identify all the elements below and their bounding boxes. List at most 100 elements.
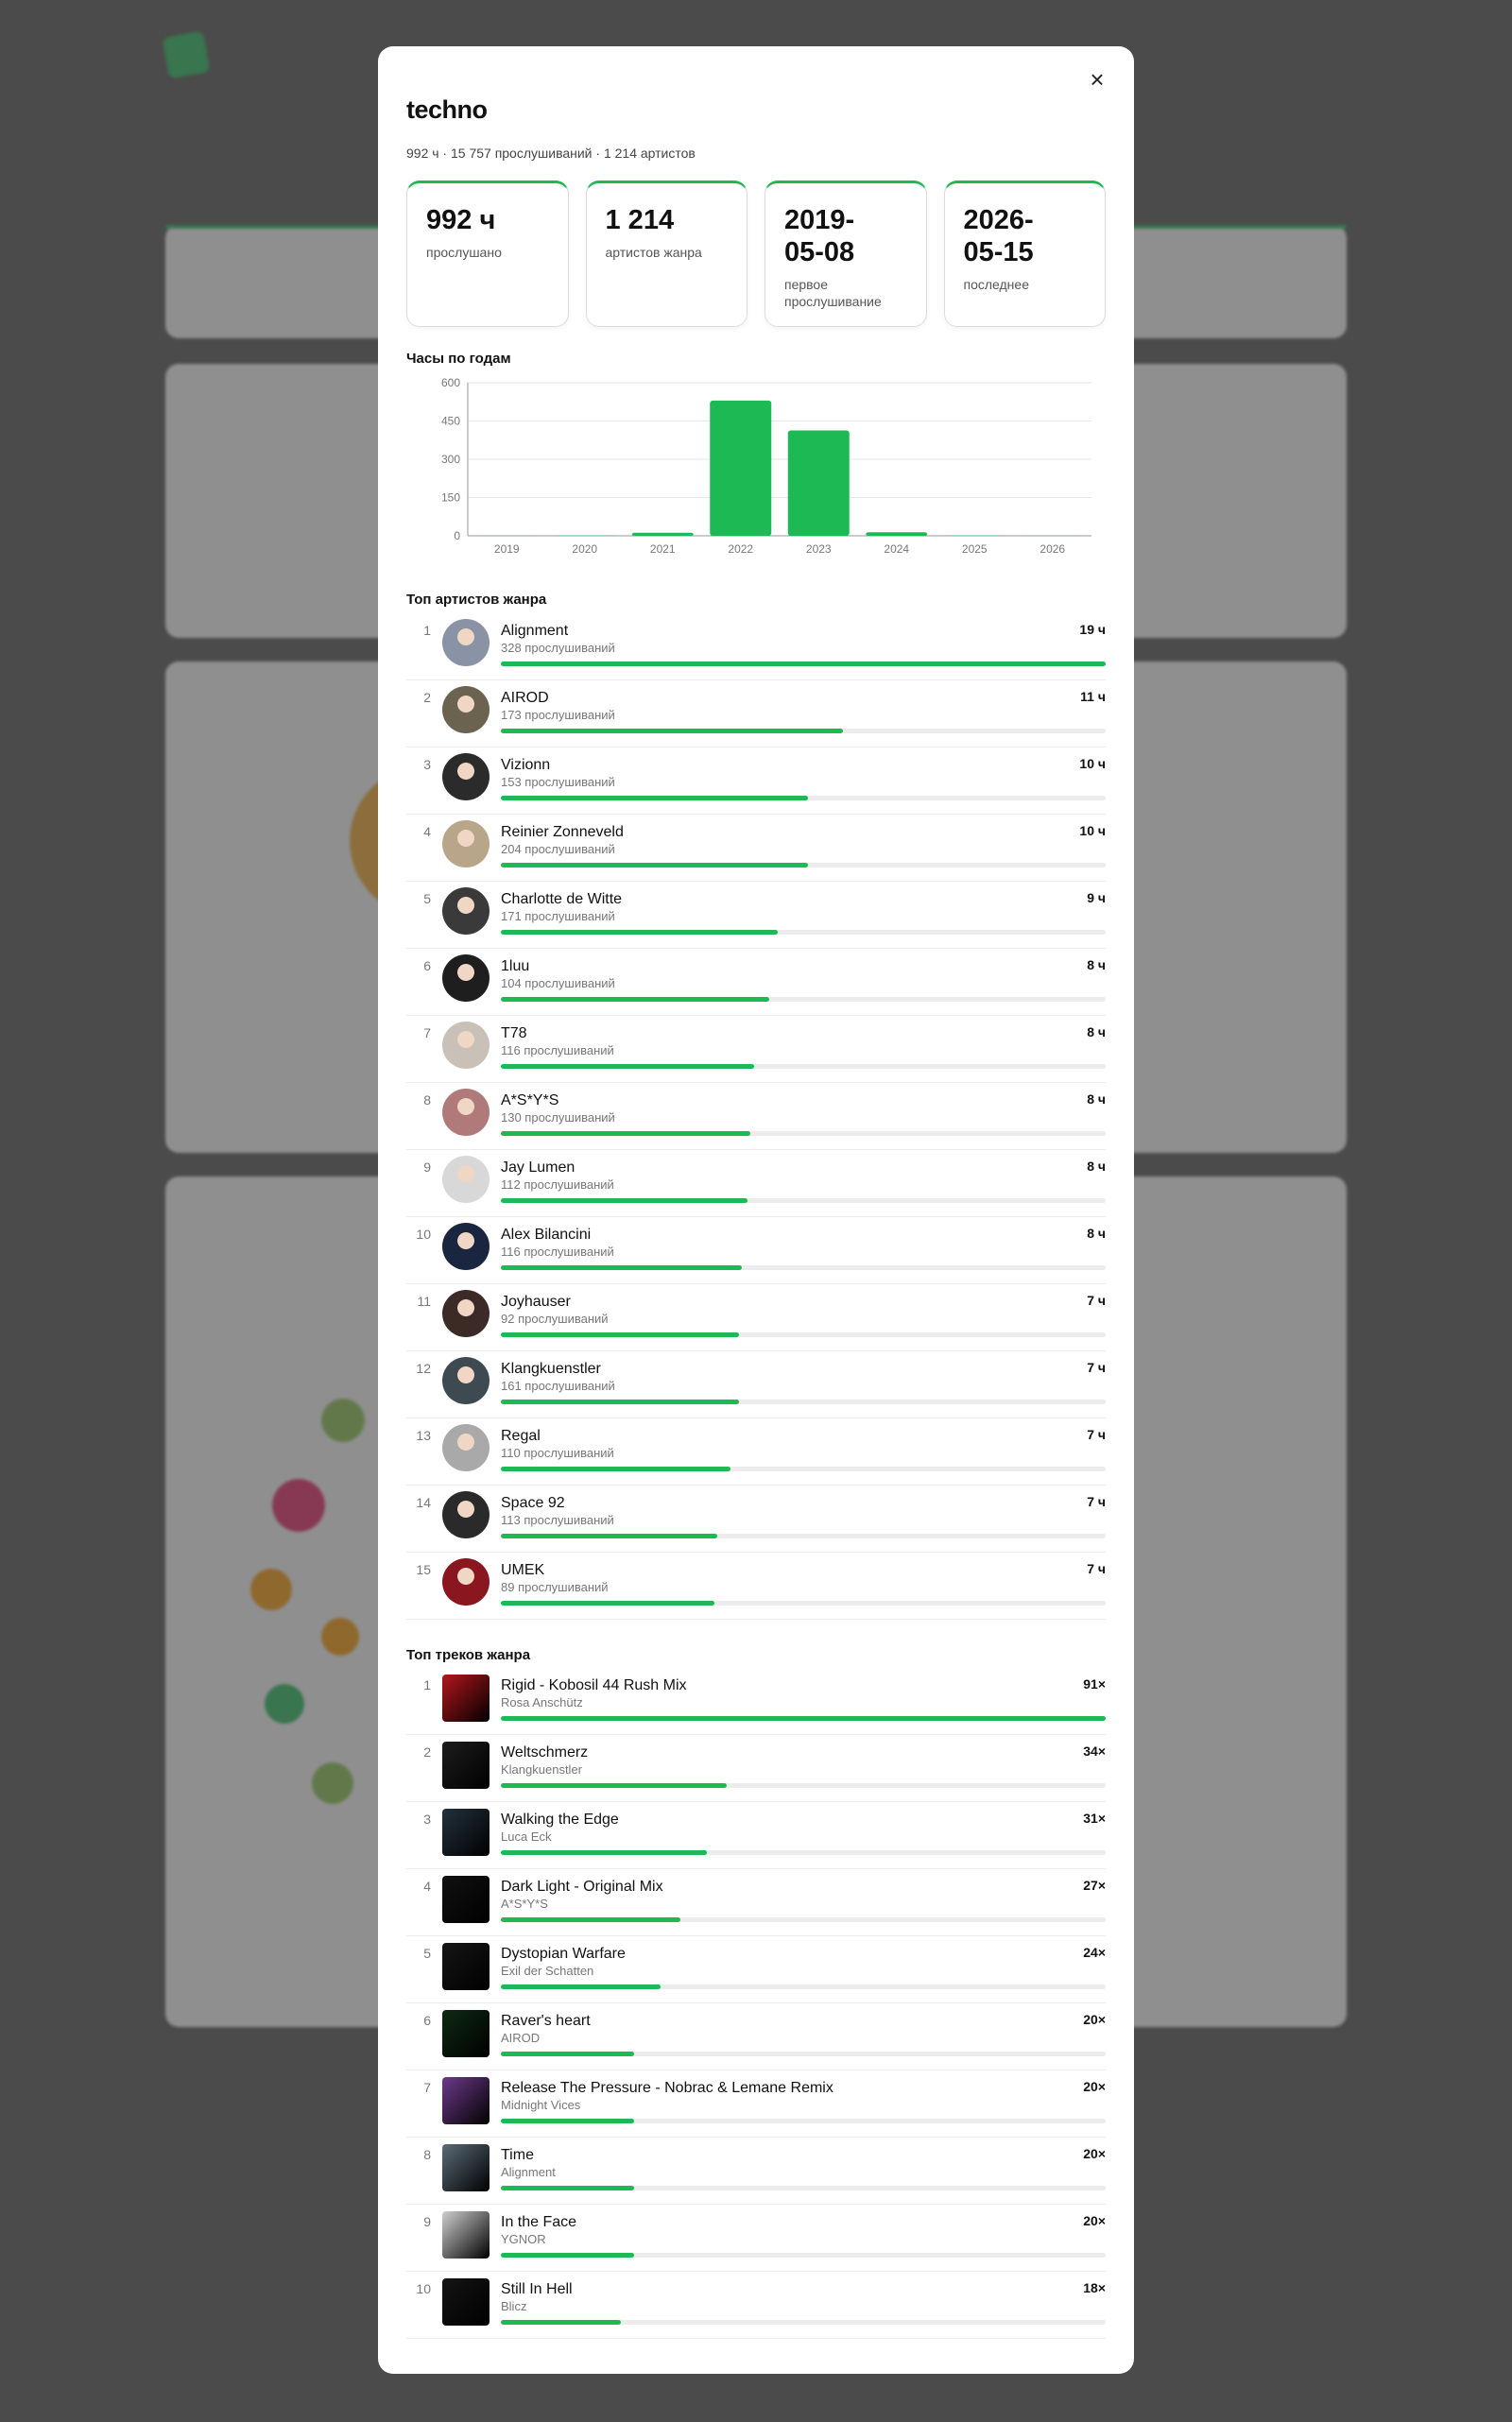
artist-name[interactable]: Alignment bbox=[501, 623, 568, 640]
artist-row[interactable]: 10 Alex Bilancini 116 прослушиваний 8 ч bbox=[406, 1217, 1106, 1284]
artist-row[interactable]: 6 1luu 104 прослушиваний 8 ч bbox=[406, 949, 1106, 1016]
bar-2023 bbox=[787, 430, 850, 536]
x-tick-label: 2025 bbox=[962, 542, 988, 556]
rank-number: 3 bbox=[423, 757, 431, 772]
artist-name[interactable]: Regal bbox=[501, 1428, 541, 1445]
track-title[interactable]: Dark Light - Original Mix bbox=[501, 1879, 663, 1896]
artist-row[interactable]: 9 Jay Lumen 112 прослушиваний 8 ч bbox=[406, 1150, 1106, 1217]
artist-name[interactable]: Joyhauser bbox=[501, 1294, 571, 1311]
track-title[interactable]: Dystopian Warfare bbox=[501, 1946, 626, 1963]
artist-row[interactable]: 11 Joyhauser 92 прослушиваний 7 ч bbox=[406, 1284, 1106, 1351]
track-row[interactable]: 9 In the Face YGNOR 20× bbox=[406, 2205, 1106, 2272]
album-cover bbox=[442, 2211, 490, 2259]
bar-2022 bbox=[710, 400, 772, 536]
artist-name[interactable]: Jay Lumen bbox=[501, 1159, 575, 1177]
album-cover bbox=[442, 2010, 490, 2057]
play-count: 34× bbox=[1083, 1743, 1106, 1759]
artist-row[interactable]: 13 Regal 110 прослушиваний 7 ч bbox=[406, 1418, 1106, 1486]
artist-name[interactable]: AIROD bbox=[501, 690, 549, 707]
track-title[interactable]: In the Face bbox=[501, 2214, 576, 2231]
track-row[interactable]: 3 Walking the Edge Luca Eck 31× bbox=[406, 1802, 1106, 1869]
close-icon[interactable]: × bbox=[1081, 63, 1113, 95]
artist-name[interactable]: Vizionn bbox=[501, 757, 550, 774]
play-count: 24× bbox=[1083, 1945, 1106, 1960]
stat-label: последнее bbox=[963, 277, 1030, 292]
artist-name[interactable]: Klangkuenstler bbox=[501, 1361, 601, 1378]
track-title[interactable]: Weltschmerz bbox=[501, 1744, 588, 1761]
artist-avatar bbox=[442, 619, 490, 666]
artist-row[interactable]: 8 A*S*Y*S 130 прослушиваний 8 ч bbox=[406, 1083, 1106, 1150]
stat-card-artists: 1 214 артистов жанра bbox=[585, 180, 747, 327]
artist-row[interactable]: 4 Reinier Zonneveld 204 прослушиваний 10 ч bbox=[406, 815, 1106, 882]
artist-row[interactable]: 5 Charlotte de Witte 171 прослушиваний 9 ч bbox=[406, 882, 1106, 949]
share-bar bbox=[501, 1534, 1106, 1538]
track-artist: Alignment bbox=[501, 2165, 556, 2179]
artist-row[interactable]: 12 Klangkuenstler 161 прослушиваний 7 ч bbox=[406, 1351, 1106, 1418]
track-title[interactable]: Raver's heart bbox=[501, 2013, 591, 2030]
artist-row[interactable]: 14 Space 92 113 прослушиваний 7 ч bbox=[406, 1486, 1106, 1553]
share-bar-fill bbox=[501, 1467, 731, 1471]
artist-name[interactable]: A*S*Y*S bbox=[501, 1092, 558, 1109]
track-row[interactable]: 4 Dark Light - Original Mix A*S*Y*S 27× bbox=[406, 1869, 1106, 1936]
stat-value: 2019- 05-08 bbox=[784, 205, 855, 267]
track-title[interactable]: Walking the Edge bbox=[501, 1812, 619, 1829]
share-bar bbox=[501, 1984, 1106, 1989]
track-row[interactable]: 6 Raver's heart AIROD 20× bbox=[406, 2003, 1106, 2070]
artist-name[interactable]: Alex Bilancini bbox=[501, 1227, 591, 1244]
modal-subtitle: 992 ч · 15 757 прослушиваний · 1 214 арт… bbox=[406, 146, 696, 161]
track-row[interactable]: 1 Rigid - Kobosil 44 Rush Mix Rosa Anschüt… bbox=[406, 1668, 1106, 1735]
share-bar bbox=[501, 1601, 1106, 1606]
genre-detail-modal: × techno 992 ч · 15 757 прослушиваний · … bbox=[378, 46, 1134, 2374]
stat-card-first-play: 2019- 05-08 первое прослушивание bbox=[765, 180, 927, 327]
artist-row[interactable]: 3 Vizionn 153 прослушиваний 10 ч bbox=[406, 747, 1106, 815]
share-bar bbox=[501, 1716, 1106, 1721]
track-artist: Midnight Vices bbox=[501, 2098, 581, 2112]
track-title[interactable]: Time bbox=[501, 2147, 534, 2164]
rank-number: 11 bbox=[417, 1294, 431, 1309]
share-bar-fill bbox=[501, 997, 769, 1002]
x-tick-label: 2022 bbox=[728, 542, 753, 556]
track-title[interactable]: Release The Pressure - Nobrac & Lemane R… bbox=[501, 2080, 833, 2097]
album-cover bbox=[442, 1809, 490, 1856]
y-tick-label: 600 bbox=[441, 376, 460, 389]
artist-name[interactable]: Charlotte de Witte bbox=[501, 891, 622, 908]
y-tick-label: 450 bbox=[441, 415, 460, 428]
artist-avatar bbox=[442, 1156, 490, 1203]
share-bar-fill bbox=[501, 1716, 1106, 1721]
share-bar bbox=[501, 1265, 1106, 1270]
share-bar bbox=[501, 2253, 1106, 2258]
share-bar-fill bbox=[501, 1198, 748, 1203]
artist-name[interactable]: 1luu bbox=[501, 958, 529, 975]
track-row[interactable]: 7 Release The Pressure - Nobrac & Lemane … bbox=[406, 2070, 1106, 2138]
artist-row[interactable]: 7 T78 116 прослушиваний 8 ч bbox=[406, 1016, 1106, 1083]
artist-row[interactable]: 15 UMEK 89 прослушиваний 7 ч bbox=[406, 1553, 1106, 1620]
artist-row[interactable]: 1 Alignment 328 прослушиваний 19 ч bbox=[406, 613, 1106, 680]
artist-name[interactable]: Reinier Zonneveld bbox=[501, 824, 624, 841]
hours-value: 10 ч bbox=[1079, 823, 1106, 838]
hours-value: 10 ч bbox=[1079, 756, 1106, 771]
artist-name[interactable]: UMEK bbox=[501, 1562, 544, 1579]
share-bar-fill bbox=[501, 796, 809, 800]
artist-name[interactable]: T78 bbox=[501, 1025, 527, 1042]
track-row[interactable]: 10 Still In Hell Blicz 18× bbox=[406, 2272, 1106, 2339]
share-bar-fill bbox=[501, 2186, 634, 2190]
rank-number: 5 bbox=[423, 891, 431, 906]
artist-plays: 171 прослушиваний bbox=[501, 909, 615, 923]
artist-name[interactable]: Space 92 bbox=[501, 1495, 565, 1512]
share-bar-fill bbox=[501, 1850, 707, 1855]
share-bar-fill bbox=[501, 1265, 742, 1270]
track-row[interactable]: 8 Time Alignment 20× bbox=[406, 2138, 1106, 2205]
track-title[interactable]: Rigid - Kobosil 44 Rush Mix bbox=[501, 1677, 687, 1694]
share-bar-fill bbox=[501, 1131, 751, 1136]
top-artists-title: Топ артистов жанра bbox=[406, 592, 547, 608]
stat-value: 992 ч bbox=[426, 205, 496, 235]
hours-value: 7 ч bbox=[1087, 1561, 1106, 1576]
hours-value: 8 ч bbox=[1087, 1159, 1106, 1174]
track-row[interactable]: 5 Dystopian Warfare Exil der Schatten 24× bbox=[406, 1936, 1106, 2003]
share-bar bbox=[501, 2052, 1106, 2056]
rank-number: 12 bbox=[416, 1361, 431, 1376]
artist-row[interactable]: 2 AIROD 173 прослушиваний 11 ч bbox=[406, 680, 1106, 747]
track-title[interactable]: Still In Hell bbox=[501, 2281, 573, 2298]
track-artist: A*S*Y*S bbox=[501, 1897, 548, 1911]
track-row[interactable]: 2 Weltschmerz Klangkuenstler 34× bbox=[406, 1735, 1106, 1802]
